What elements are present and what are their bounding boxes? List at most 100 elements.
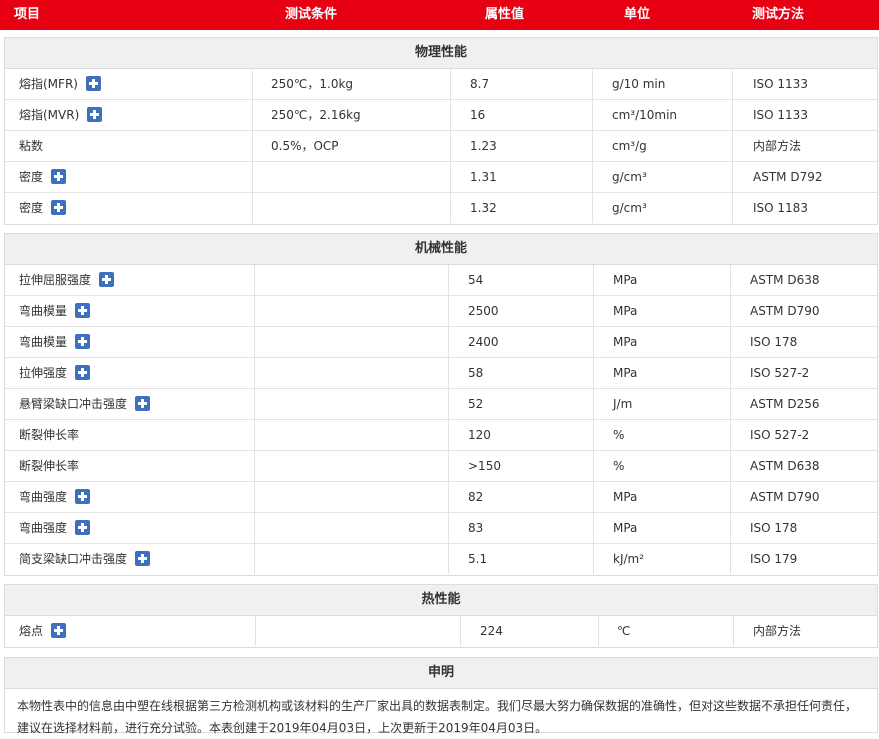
method-text: ASTM D790 <box>750 304 820 318</box>
column-divider <box>732 131 733 161</box>
cell-name: 熔点 <box>19 616 67 646</box>
column-divider <box>592 131 593 161</box>
expand-plus-icon[interactable] <box>135 551 151 566</box>
cell-unit: cm³/10min <box>612 100 677 130</box>
table-header: 项目 测试条件 属性值 单位 测试方法 <box>0 0 879 30</box>
column-divider <box>733 616 734 646</box>
cell-condition: 0.5%，OCP <box>271 131 339 161</box>
cell-method: ASTM D790 <box>750 482 819 512</box>
expand-plus-icon[interactable] <box>87 107 103 122</box>
column-divider <box>592 193 593 223</box>
header-unit: 单位 <box>624 7 651 22</box>
cell-value: 224 <box>480 616 503 646</box>
cell-method: ASTM D638 <box>750 451 819 481</box>
mechanical-section: 机械性能 拉伸屈服强度 54 MPa ASTM D638 弯曲模量 2500 MPa ASTM… <box>4 233 878 576</box>
cell-value: >150 <box>468 451 501 481</box>
column-divider <box>730 358 731 388</box>
table-row: 悬臂梁缺口冲击强度 52 J/m ASTM D256 <box>5 389 877 420</box>
value-text: 52 <box>468 397 484 411</box>
column-divider <box>448 327 449 357</box>
name-text: 断裂伸长率 <box>19 459 80 473</box>
column-divider <box>593 513 594 543</box>
expand-plus-icon[interactable] <box>75 520 91 535</box>
method-text: ISO 527-2 <box>750 428 810 442</box>
column-divider <box>254 327 255 357</box>
unit-text: J/m <box>613 397 633 411</box>
expand-plus-icon[interactable] <box>75 303 91 318</box>
table-row: 熔指(MFR) 250℃，1.0kg 8.7 g/10 min ISO 1133 <box>5 69 877 100</box>
expand-plus-icon[interactable] <box>51 623 67 638</box>
cell-method: ISO 527-2 <box>750 420 809 450</box>
unit-text: MPa <box>613 335 638 349</box>
cell-name: 断裂伸长率 <box>19 451 79 481</box>
expand-plus-icon[interactable] <box>85 76 101 91</box>
column-divider <box>252 193 253 223</box>
column-divider <box>448 513 449 543</box>
name-text: 悬臂梁缺口冲击强度 <box>19 397 128 411</box>
column-divider <box>593 420 594 450</box>
cell-method: ASTM D792 <box>753 162 822 192</box>
unit-text: g/10 min <box>612 77 666 91</box>
table-row: 拉伸屈服强度 54 MPa ASTM D638 <box>5 265 877 296</box>
value-text: 16 <box>470 108 486 122</box>
column-divider <box>448 451 449 481</box>
cell-method: ISO 178 <box>750 513 797 543</box>
name-text: 熔指(MFR) <box>19 77 78 91</box>
expand-plus-icon[interactable] <box>99 272 115 287</box>
unit-text: MPa <box>613 273 638 287</box>
expand-plus-icon[interactable] <box>51 169 67 184</box>
cell-name: 密度 <box>19 193 67 223</box>
table-row: 熔点 224 ℃ 内部方法 <box>5 616 877 647</box>
cell-name: 粘数 <box>19 131 43 161</box>
table-row: 熔指(MVR) 250℃，2.16kg 16 cm³/10min ISO 1133 <box>5 100 877 131</box>
name-text: 拉伸强度 <box>19 366 68 380</box>
name-text: 熔指(MVR) <box>19 108 80 122</box>
column-divider <box>732 100 733 130</box>
expand-plus-icon[interactable] <box>75 365 91 380</box>
column-divider <box>254 358 255 388</box>
cell-value: 1.32 <box>470 193 497 223</box>
method-text: ASTM D792 <box>753 170 823 184</box>
cell-method: ASTM D256 <box>750 389 819 419</box>
value-text: 2500 <box>468 304 499 318</box>
cell-name: 悬臂梁缺口冲击强度 <box>19 389 151 419</box>
unit-text: g/cm³ <box>612 201 647 215</box>
unit-text: ℃ <box>617 624 631 638</box>
expand-plus-icon[interactable] <box>75 334 91 349</box>
expand-plus-icon[interactable] <box>51 200 67 215</box>
cell-value: 5.1 <box>468 544 487 574</box>
header-value: 属性值 <box>485 7 525 22</box>
expand-plus-icon[interactable] <box>135 396 151 411</box>
cell-unit: MPa <box>613 482 637 512</box>
cell-name: 熔指(MVR) <box>19 100 103 130</box>
thermal-section: 热性能 熔点 224 ℃ 内部方法 <box>4 584 878 648</box>
cell-condition: 250℃，1.0kg <box>271 69 353 99</box>
unit-text: cm³/10min <box>612 108 678 122</box>
column-divider <box>598 616 599 646</box>
cell-unit: g/cm³ <box>612 162 647 192</box>
column-divider <box>252 131 253 161</box>
table-row: 弯曲强度 83 MPa ISO 178 <box>5 513 877 544</box>
column-divider <box>593 482 594 512</box>
column-divider <box>730 389 731 419</box>
expand-plus-icon[interactable] <box>75 489 91 504</box>
section-title: 机械性能 <box>5 234 877 265</box>
column-divider <box>252 100 253 130</box>
column-divider <box>730 451 731 481</box>
condition-text: 0.5%，OCP <box>271 139 339 153</box>
method-text: ISO 1133 <box>753 77 808 91</box>
method-text: ISO 179 <box>750 552 798 566</box>
name-text: 粘数 <box>19 139 44 153</box>
cell-method: ISO 179 <box>750 544 797 574</box>
name-text: 断裂伸长率 <box>19 428 80 442</box>
cell-method: ISO 178 <box>750 327 797 357</box>
method-text: ISO 527-2 <box>750 366 810 380</box>
cell-name: 弯曲模量 <box>19 327 91 357</box>
column-divider <box>448 296 449 326</box>
unit-text: MPa <box>613 490 638 504</box>
column-divider <box>593 389 594 419</box>
name-text: 弯曲强度 <box>19 521 68 535</box>
column-divider <box>448 420 449 450</box>
statement-title: 申明 <box>5 658 877 689</box>
column-divider <box>460 616 461 646</box>
